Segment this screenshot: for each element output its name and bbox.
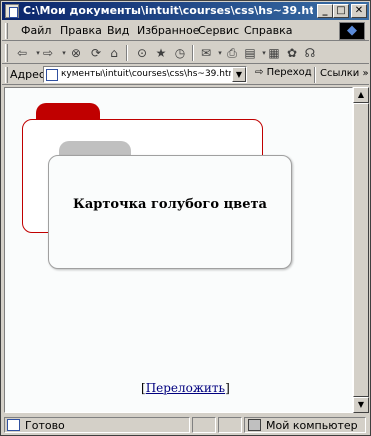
maximize-button[interactable]: □	[333, 4, 349, 18]
menu-file[interactable]: Файл	[21, 24, 51, 37]
forward-icon[interactable]: ⇨	[40, 45, 56, 61]
minimize-button[interactable]: _	[317, 4, 333, 18]
address-bar: Адрес кументы\intuit\courses\css\hs~39.h…	[2, 65, 369, 85]
links-label: Ссылки	[320, 68, 360, 79]
scroll-thumb[interactable]	[353, 103, 369, 397]
page-viewport: Карточка голубого цвета [Переложить]	[4, 87, 353, 413]
status-bar: Готово Мой компьютер	[2, 415, 369, 435]
scroll-up-button[interactable]: ▲	[353, 87, 369, 103]
document-icon	[5, 4, 19, 18]
menu-tools[interactable]: Сервис	[198, 24, 239, 37]
favorites-icon[interactable]: ★	[153, 45, 169, 61]
chevron-right-icon: »	[362, 68, 369, 79]
menubar-grip[interactable]	[5, 23, 8, 39]
toolbar-separator	[314, 67, 316, 83]
status-pane-main: Готово	[4, 417, 190, 433]
print-icon[interactable]: ⎙	[224, 45, 240, 61]
menu-favorites[interactable]: Избранное	[137, 24, 199, 37]
status-pane-empty-2	[218, 417, 242, 433]
blue-card[interactable]: Карточка голубого цвета	[48, 155, 292, 269]
address-input[interactable]: кументы\intuit\courses\css\hs~39.html ▼	[43, 66, 247, 83]
toolbar-grip[interactable]	[5, 44, 8, 62]
menu-view[interactable]: Вид	[107, 24, 129, 37]
address-label: Адрес	[10, 68, 45, 81]
ie-logo-icon	[339, 22, 365, 40]
zone-text: Мой компьютер	[266, 419, 358, 432]
go-label: Переход	[266, 67, 312, 78]
menu-edit[interactable]: Правка	[60, 24, 102, 37]
home-icon[interactable]: ⌂	[106, 45, 122, 61]
close-button[interactable]: ✕	[351, 4, 367, 18]
history-icon[interactable]: ◷	[172, 45, 188, 61]
menu-help[interactable]: Справка	[244, 24, 292, 37]
links-button[interactable]: Ссылки »	[320, 68, 369, 79]
vertical-scrollbar[interactable]: ▲ ▼	[353, 87, 369, 413]
back-icon[interactable]: ⇦	[14, 45, 30, 61]
toolbar-separator	[126, 45, 128, 61]
bracket-close: ]	[225, 381, 230, 395]
window-title: C:\Мои документы\intuit\courses\css\hs~3…	[23, 4, 313, 17]
addressbar-grip[interactable]	[5, 67, 8, 83]
search-icon[interactable]: ⊙	[134, 45, 150, 61]
address-dropdown-button[interactable]: ▼	[232, 67, 246, 82]
page-done-icon	[7, 419, 20, 431]
address-value[interactable]: кументы\intuit\courses\css\hs~39.html	[61, 69, 231, 79]
relayout-control: [Переложить]	[141, 381, 230, 395]
standard-toolbar: ⇦ ▾ ⇨ ▾ ⊗ ⟳ ⌂ ⊙ ★ ◷ ✉ ▾ ⎙ ▤ ▾ ▦ ✿ ☊	[2, 42, 369, 64]
title-bar[interactable]: C:\Мои документы\intuit\courses\css\hs~3…	[2, 2, 369, 20]
scroll-down-button[interactable]: ▼	[353, 397, 369, 413]
status-pane-zone: Мой компьютер	[244, 417, 366, 433]
status-text: Готово	[25, 419, 65, 432]
card-title: Карточка голубого цвета	[73, 197, 267, 212]
research-icon[interactable]: ☊	[302, 45, 318, 61]
status-pane-empty-1	[192, 417, 216, 433]
go-arrow-icon: ⇨	[255, 67, 264, 78]
relayout-link[interactable]: Переложить	[146, 381, 225, 395]
browser-window: C:\Мои документы\intuit\courses\css\hs~3…	[0, 0, 371, 436]
page-icon	[46, 69, 58, 81]
messenger-icon[interactable]: ✿	[284, 45, 300, 61]
my-computer-icon	[248, 419, 261, 431]
refresh-icon[interactable]: ⟳	[88, 45, 104, 61]
go-button[interactable]: ⇨ Переход	[255, 67, 312, 78]
menu-bar: Файл Правка Вид Избранное Сервис Справка	[2, 21, 369, 41]
discuss-icon[interactable]: ▦	[266, 45, 282, 61]
stop-icon[interactable]: ⊗	[68, 45, 84, 61]
toolbar-separator	[192, 45, 194, 61]
